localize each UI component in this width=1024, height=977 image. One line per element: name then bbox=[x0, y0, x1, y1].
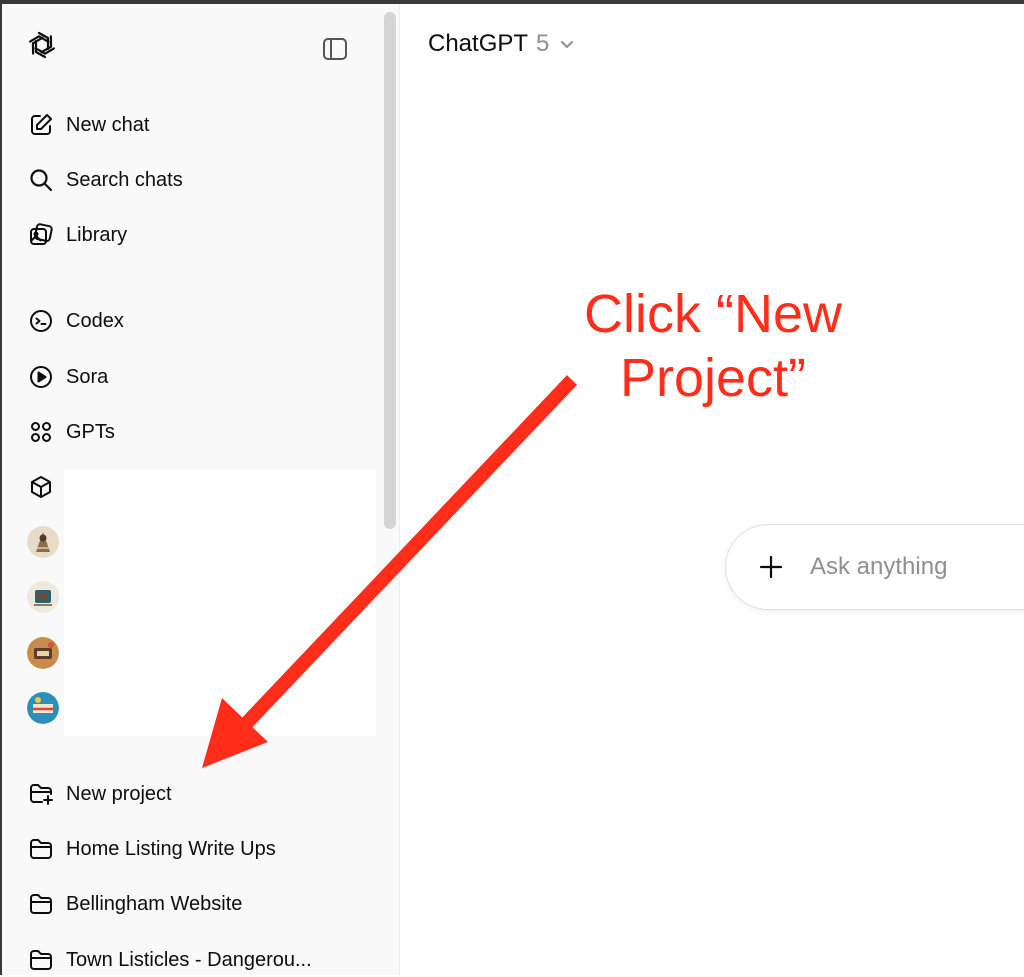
edit-icon bbox=[26, 110, 56, 140]
sora-label: Sora bbox=[66, 365, 109, 388]
annotation-callout: Click “New Project” bbox=[560, 282, 866, 410]
search-chats-label: Search chats bbox=[66, 168, 183, 191]
library-icon bbox=[26, 220, 56, 250]
sidebar: New chat Search chats Library Codex Sora… bbox=[2, 4, 400, 975]
library-label: Library bbox=[66, 223, 128, 246]
model-name: ChatGPT bbox=[428, 30, 529, 57]
annotation-line-2: Project” bbox=[619, 348, 807, 408]
new-chat-label: New chat bbox=[66, 113, 150, 136]
sora-button[interactable]: Sora bbox=[26, 360, 108, 394]
model-version: 5 bbox=[536, 30, 550, 57]
ask-anything-input[interactable] bbox=[810, 553, 1024, 581]
project-item[interactable]: Bellingham Website bbox=[26, 887, 242, 921]
library-button[interactable]: Library bbox=[26, 218, 127, 252]
grid-icon bbox=[26, 417, 56, 447]
plus-icon[interactable] bbox=[756, 552, 786, 582]
composer bbox=[725, 524, 1024, 610]
project-label: Bellingham Website bbox=[66, 892, 243, 915]
gpt-avatar[interactable] bbox=[27, 526, 59, 558]
project-item[interactable]: Home Listing Write Ups bbox=[26, 832, 276, 866]
gpt-avatar[interactable] bbox=[27, 637, 59, 669]
model-selector[interactable]: ChatGPT 5 bbox=[428, 30, 577, 58]
codex-label: Codex bbox=[66, 309, 124, 332]
search-icon bbox=[26, 165, 56, 195]
gpt-avatar[interactable] bbox=[27, 692, 59, 724]
chevron-down-icon bbox=[561, 41, 574, 48]
annotation-line-1: Click “New bbox=[583, 284, 842, 344]
codex-icon bbox=[26, 306, 56, 336]
play-icon bbox=[26, 362, 56, 392]
gpt-item-cube[interactable] bbox=[26, 470, 66, 504]
folder-icon bbox=[26, 889, 56, 919]
sidebar-scrollbar[interactable] bbox=[384, 12, 396, 529]
project-item[interactable]: Town Listicles - Dangerou... bbox=[26, 943, 312, 977]
folder-icon bbox=[26, 834, 56, 864]
redacted-area bbox=[64, 470, 376, 736]
codex-button[interactable]: Codex bbox=[26, 304, 124, 338]
new-project-button[interactable]: New project bbox=[26, 777, 172, 811]
openai-logo-icon[interactable] bbox=[25, 28, 59, 62]
gpts-button[interactable]: GPTs bbox=[26, 415, 115, 449]
new-project-label: New project bbox=[66, 782, 172, 805]
new-chat-button[interactable]: New chat bbox=[26, 108, 149, 142]
folder-plus-icon bbox=[26, 779, 56, 809]
search-chats-button[interactable]: Search chats bbox=[26, 163, 183, 197]
gpt-avatar[interactable] bbox=[27, 581, 59, 613]
sidebar-toggle-icon[interactable] bbox=[320, 34, 350, 64]
gpts-label: GPTs bbox=[66, 420, 115, 443]
folder-icon bbox=[26, 945, 56, 975]
cube-icon bbox=[26, 472, 56, 502]
project-label: Home Listing Write Ups bbox=[66, 837, 276, 860]
project-label: Town Listicles - Dangerou... bbox=[66, 948, 312, 971]
